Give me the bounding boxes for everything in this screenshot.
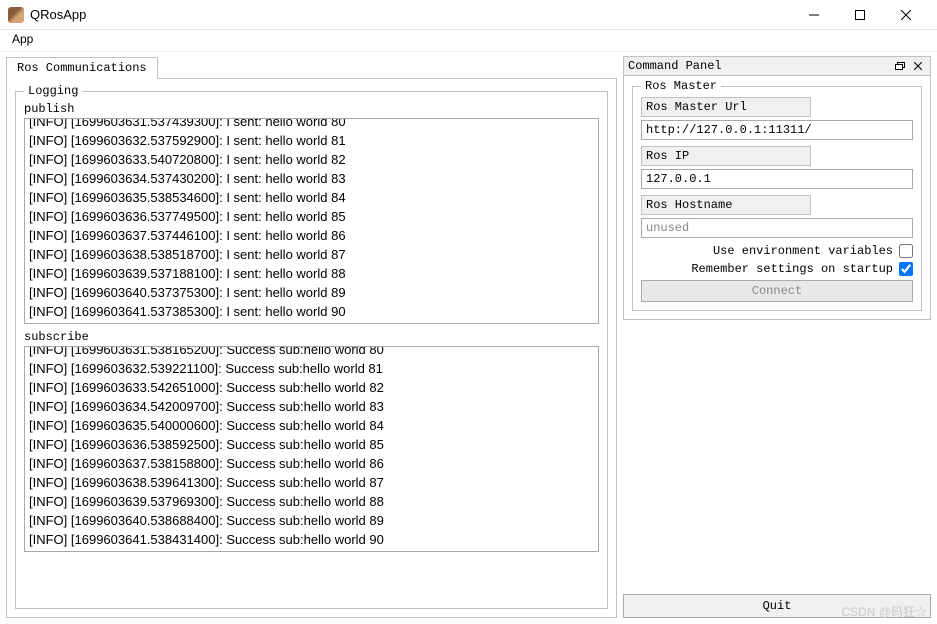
tab-header: Ros Communications: [6, 56, 617, 78]
app-icon: [8, 7, 24, 23]
log-line[interactable]: [INFO] [1699603631.537439300]: I sent: h…: [29, 118, 594, 131]
log-line[interactable]: [INFO] [1699603640.537375300]: I sent: h…: [29, 283, 594, 302]
titlebar: QRosApp: [0, 0, 937, 30]
dock-float-button[interactable]: [892, 59, 908, 73]
ros-hostname-input: [641, 218, 913, 238]
log-line[interactable]: [INFO] [1699603632.537592900]: I sent: h…: [29, 131, 594, 150]
command-panel-header: Command Panel: [623, 56, 931, 76]
publish-log-list[interactable]: [INFO] [1699603631.537439300]: I sent: h…: [24, 118, 599, 324]
command-panel-body: Ros Master Ros Master Url Ros IP Ros Hos…: [623, 76, 931, 320]
log-line[interactable]: [INFO] [1699603638.539641300]: Success s…: [29, 473, 594, 492]
log-line[interactable]: [INFO] [1699603633.540720800]: I sent: h…: [29, 150, 594, 169]
use-env-label: Use environment variables: [713, 244, 893, 258]
subscribe-log-list[interactable]: [INFO] [1699603631.538165200]: Success s…: [24, 346, 599, 552]
log-line[interactable]: [INFO] [1699603641.538431400]: Success s…: [29, 530, 594, 549]
tab-body: Logging publish [INFO] [1699603631.53743…: [6, 78, 617, 618]
log-line[interactable]: [INFO] [1699603633.542651000]: Success s…: [29, 378, 594, 397]
close-button[interactable]: [883, 0, 929, 30]
left-panel: Ros Communications Logging publish [INFO…: [6, 56, 617, 618]
use-env-checkbox[interactable]: [899, 244, 913, 258]
log-line[interactable]: [INFO] [1699603641.537385300]: I sent: h…: [29, 302, 594, 321]
log-line[interactable]: [INFO] [1699603638.538518700]: I sent: h…: [29, 245, 594, 264]
log-line[interactable]: [INFO] [1699603631.538165200]: Success s…: [29, 346, 594, 359]
log-line[interactable]: [INFO] [1699603640.538688400]: Success s…: [29, 511, 594, 530]
window-title: QRosApp: [30, 7, 86, 22]
maximize-button[interactable]: [837, 0, 883, 30]
log-line[interactable]: [INFO] [1699603634.542009700]: Success s…: [29, 397, 594, 416]
log-line[interactable]: [INFO] [1699603639.537969300]: Success s…: [29, 492, 594, 511]
master-url-input[interactable]: [641, 120, 913, 140]
log-line[interactable]: [INFO] [1699603635.538534600]: I sent: h…: [29, 188, 594, 207]
ros-ip-input[interactable]: [641, 169, 913, 189]
log-line[interactable]: [INFO] [1699603636.537749500]: I sent: h…: [29, 207, 594, 226]
menu-app[interactable]: App: [6, 30, 39, 48]
log-line[interactable]: [INFO] [1699603635.540000600]: Success s…: [29, 416, 594, 435]
content-area: Ros Communications Logging publish [INFO…: [0, 52, 937, 624]
log-line[interactable]: [INFO] [1699603639.537188100]: I sent: h…: [29, 264, 594, 283]
remember-label: Remember settings on startup: [691, 262, 893, 276]
ros-hostname-label: Ros Hostname: [641, 195, 811, 215]
log-line[interactable]: [INFO] [1699603636.538592500]: Success s…: [29, 435, 594, 454]
right-panel: Command Panel Ros Master Ros Master Url …: [623, 56, 931, 618]
tab-ros-communications[interactable]: Ros Communications: [6, 57, 158, 79]
ros-master-legend: Ros Master: [641, 79, 721, 93]
logging-legend: Logging: [24, 84, 82, 98]
use-env-row: Use environment variables: [641, 244, 913, 258]
command-panel-title: Command Panel: [628, 59, 722, 73]
publish-label: publish: [24, 102, 599, 116]
minimize-button[interactable]: [791, 0, 837, 30]
ros-master-group: Ros Master Ros Master Url Ros IP Ros Hos…: [632, 86, 922, 311]
dock-close-button[interactable]: [910, 59, 926, 73]
log-line[interactable]: [INFO] [1699603637.537446100]: I sent: h…: [29, 226, 594, 245]
master-url-label: Ros Master Url: [641, 97, 811, 117]
remember-checkbox[interactable]: [899, 262, 913, 276]
menubar: App: [0, 30, 937, 52]
quit-button[interactable]: Quit: [623, 594, 931, 618]
logging-group: Logging publish [INFO] [1699603631.53743…: [15, 91, 608, 609]
log-line[interactable]: [INFO] [1699603634.537430200]: I sent: h…: [29, 169, 594, 188]
remember-row: Remember settings on startup: [641, 262, 913, 276]
log-line[interactable]: [INFO] [1699603637.538158800]: Success s…: [29, 454, 594, 473]
subscribe-label: subscribe: [24, 330, 599, 344]
ros-ip-label: Ros IP: [641, 146, 811, 166]
connect-button[interactable]: Connect: [641, 280, 913, 302]
log-line[interactable]: [INFO] [1699603632.539221100]: Success s…: [29, 359, 594, 378]
